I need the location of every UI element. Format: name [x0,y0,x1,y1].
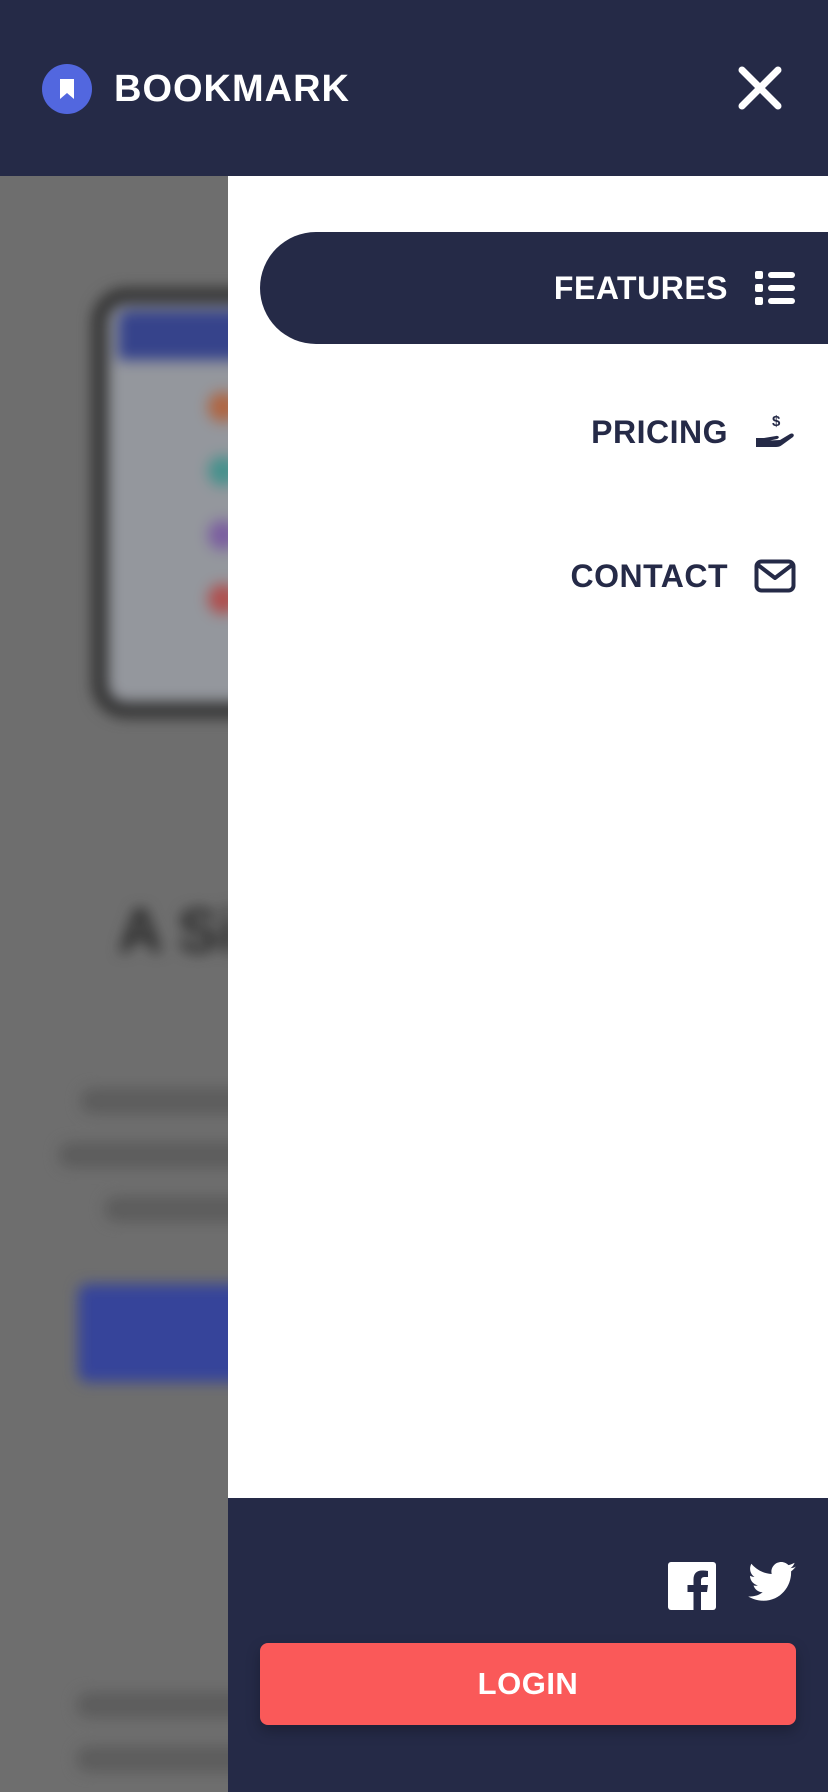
brand-name: BOOKMARK [114,67,350,110]
menu-item-label: FEATURES [553,269,728,306]
social-links [668,1562,796,1610]
svg-text:$: $ [772,413,781,430]
menu-item-contact[interactable]: CONTACT [260,520,828,632]
menu-item-label: PRICING [591,413,728,450]
twitter-icon[interactable] [748,1562,796,1610]
menu-item-features[interactable]: FEATURES [260,232,828,344]
login-button[interactable]: LOGIN [260,1643,796,1725]
close-menu-button[interactable] [736,64,784,112]
mobile-nav-menu: FEATURES PRICING $ CONTACT [228,176,828,1498]
menu-item-label: CONTACT [570,557,728,594]
header: BOOKMARK [0,0,828,176]
facebook-icon[interactable] [668,1562,716,1610]
bookmark-logo-icon [42,64,92,114]
logo[interactable]: BOOKMARK [42,64,350,114]
list-icon [754,267,796,309]
menu-footer: LOGIN [228,1498,828,1792]
menu-item-pricing[interactable]: PRICING $ [260,376,828,488]
envelope-icon [754,555,796,597]
close-icon [738,66,782,110]
hand-dollar-icon: $ [754,411,796,453]
